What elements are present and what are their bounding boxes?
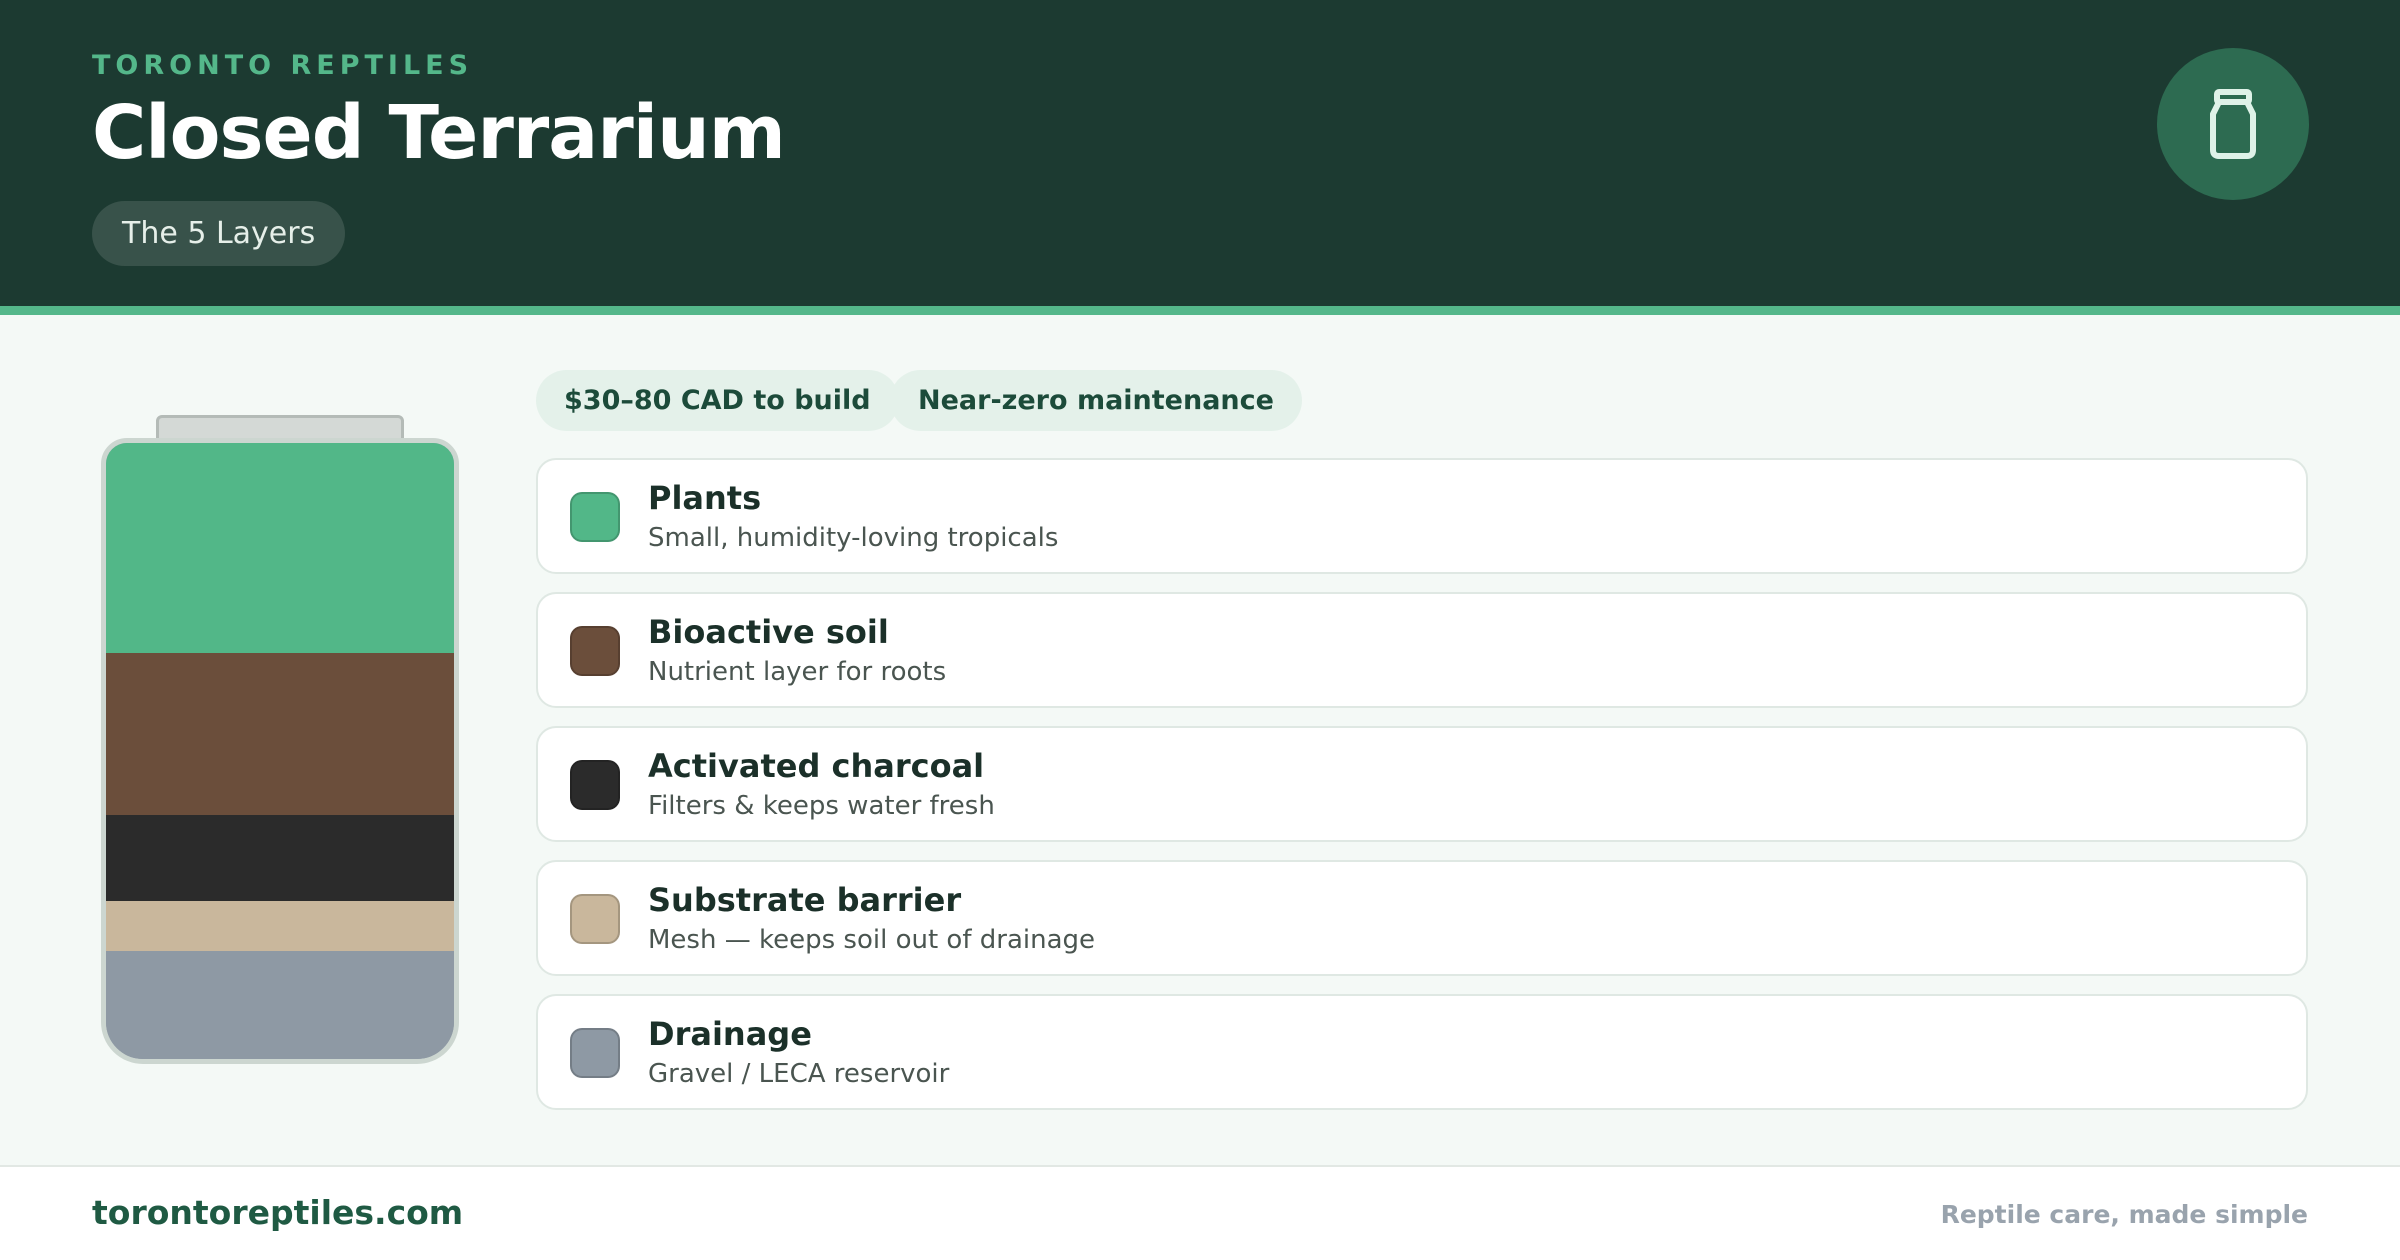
subtitle-pill: The 5 Layers bbox=[92, 201, 346, 266]
footer-site-link[interactable]: torontoreptiles.com bbox=[92, 1193, 463, 1232]
brand-name: TORONTO REPTILES bbox=[92, 50, 474, 81]
header-accent-stripe bbox=[0, 306, 2400, 315]
layer-card-activated-charcoal: Activated charcoal Filters & keeps water… bbox=[536, 726, 2308, 842]
color-swatch bbox=[570, 626, 620, 676]
layer-title: Plants bbox=[648, 479, 762, 517]
layer-description: Filters & keeps water fresh bbox=[648, 791, 995, 821]
header-banner: TORONTO REPTILES Closed Terrarium The 5 … bbox=[0, 0, 2400, 306]
layer-title: Bioactive soil bbox=[648, 613, 889, 651]
layer-card-plants: Plants Small, humidity-loving tropicals bbox=[536, 458, 2308, 574]
layer-description: Gravel / LECA reservoir bbox=[648, 1059, 950, 1089]
layer-description: Mesh — keeps soil out of drainage bbox=[648, 925, 1096, 955]
footer: torontoreptiles.com Reptile care, made s… bbox=[0, 1165, 2400, 1260]
jar-layer-bioactive-soil bbox=[106, 653, 454, 815]
jar-layer-plants bbox=[106, 443, 454, 653]
layer-title: Drainage bbox=[648, 1015, 812, 1053]
page-title: Closed Terrarium bbox=[92, 90, 786, 176]
color-swatch bbox=[570, 1028, 620, 1078]
layer-title: Activated charcoal bbox=[648, 747, 985, 785]
layer-description: Nutrient layer for roots bbox=[648, 657, 947, 687]
color-swatch bbox=[570, 760, 620, 810]
layer-card-drainage: Drainage Gravel / LECA reservoir bbox=[536, 994, 2308, 1110]
color-swatch bbox=[570, 492, 620, 542]
layer-card-substrate-barrier: Substrate barrier Mesh — keeps soil out … bbox=[536, 860, 2308, 976]
color-swatch bbox=[570, 894, 620, 944]
cost-tag: $30–80 CAD to build bbox=[536, 370, 899, 431]
jar-layer-drainage bbox=[106, 951, 454, 1059]
jar-badge bbox=[2157, 48, 2309, 200]
layer-card-bioactive-soil: Bioactive soil Nutrient layer for roots bbox=[536, 592, 2308, 708]
footer-tagline: Reptile care, made simple bbox=[1940, 1200, 2308, 1229]
jar-layer-substrate-barrier bbox=[106, 901, 454, 951]
layer-description: Small, humidity-loving tropicals bbox=[648, 523, 1059, 553]
jar-icon bbox=[2210, 89, 2256, 159]
layer-title: Substrate barrier bbox=[648, 881, 962, 919]
jar-layer-activated-charcoal bbox=[106, 815, 454, 901]
terrarium-jar bbox=[101, 438, 459, 1064]
maintenance-tag: Near-zero maintenance bbox=[890, 370, 1302, 431]
